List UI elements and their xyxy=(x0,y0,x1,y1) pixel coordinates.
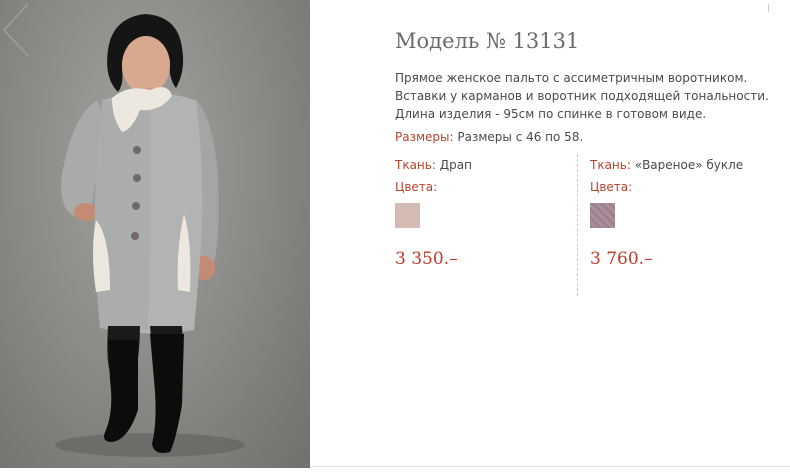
product-description: Прямое женское пальто с ассиметричным во… xyxy=(395,69,775,123)
fabric-row: Ткань: Драп xyxy=(395,158,575,172)
sizes-row: Размеры: Размеры с 46 по 58. xyxy=(395,130,583,144)
description-line: Длина изделия - 95см по спинке в готовом… xyxy=(395,107,707,121)
variant-divider xyxy=(577,154,578,296)
colors-label: Цвета: xyxy=(395,180,438,194)
divider xyxy=(768,4,769,12)
sizes-value: Размеры с 46 по 58. xyxy=(457,130,584,144)
price: 3 760.– xyxy=(590,249,653,269)
fabric-label: Ткань: xyxy=(395,158,436,172)
description-line: Прямое женское пальто с ассиметричным во… xyxy=(395,71,748,85)
fabric-label: Ткань: xyxy=(590,158,631,172)
color-swatch[interactable] xyxy=(395,203,420,228)
fabric-value: «Вареное» букле xyxy=(634,158,744,172)
model-image xyxy=(55,14,245,457)
colors-label: Цвета: xyxy=(590,180,633,194)
product-title: Модель № 13131 xyxy=(395,29,580,53)
variant-boucle: Ткань: «Вареное» букле Цвета: 3 760.– xyxy=(590,158,770,269)
description-line: Вставки у карманов и воротник подходящей… xyxy=(395,89,769,103)
divider xyxy=(310,466,790,467)
variant-drap: Ткань: Драп Цвета: 3 350.– xyxy=(395,158,575,269)
product-photo xyxy=(0,0,310,468)
product-card: Модель № 13131 Прямое женское пальто с а… xyxy=(0,0,790,474)
fabric-value: Драп xyxy=(439,158,472,172)
price: 3 350.– xyxy=(395,249,458,269)
color-swatch[interactable] xyxy=(590,203,615,228)
fabric-row: Ткань: «Вареное» букле xyxy=(590,158,770,172)
sizes-label: Размеры: xyxy=(395,130,454,144)
chevron-left-icon[interactable] xyxy=(0,0,32,60)
